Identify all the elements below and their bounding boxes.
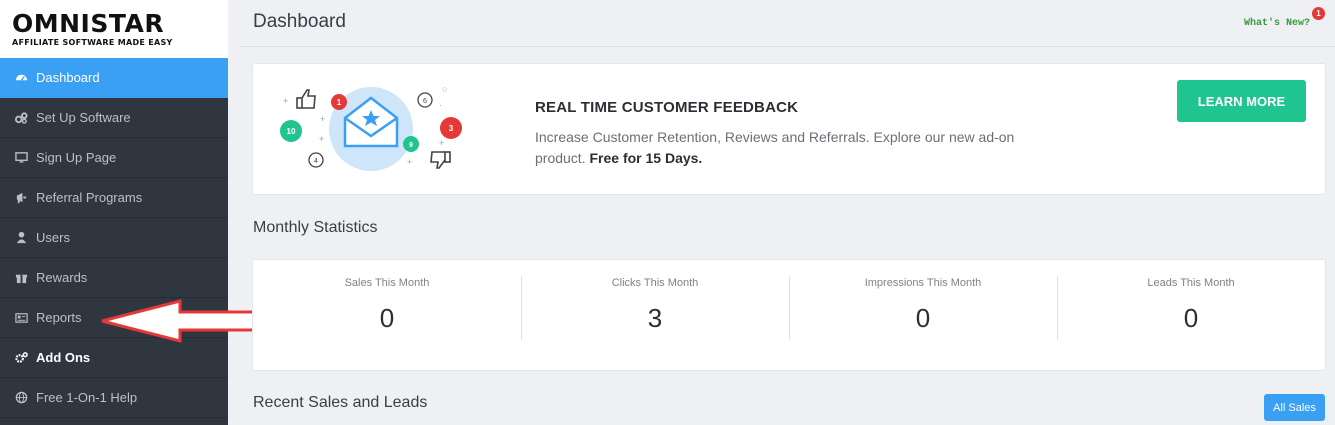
svg-text:+: + (407, 157, 412, 167)
svg-text:+: + (319, 134, 324, 144)
sidebar-item-rewards[interactable]: Rewards (0, 258, 228, 298)
thumbs-up-icon (296, 89, 316, 109)
badge-text: 6 (423, 98, 427, 105)
feedback-highlight: Free for 15 Days. (589, 150, 703, 166)
svg-text:+: + (439, 138, 444, 148)
thumbs-down-icon (430, 151, 451, 169)
megaphone-icon (14, 191, 28, 205)
feedback-title: REAL TIME CUSTOMER FEEDBACK (535, 99, 799, 116)
svg-text:+: + (283, 96, 288, 106)
gears-icon (14, 351, 28, 365)
monitor-icon (14, 151, 28, 165)
svg-text:+: + (320, 114, 325, 124)
stat-value: 0 (379, 303, 395, 333)
sidebar-item-label: Sign Up Page (36, 150, 117, 165)
sidebar-item-label: Reports (36, 310, 82, 325)
monthly-statistics-title: Monthly Statistics (253, 219, 378, 236)
recent-sales-title: Recent Sales and Leads (253, 394, 428, 411)
stat-value: 3 (647, 303, 663, 333)
monthly-stats-card: Sales This Month 0 Clicks This Month 3 I… (252, 259, 1326, 371)
whats-new-link[interactable]: What's New? (1244, 18, 1310, 29)
sidebar-item-referral-programs[interactable]: Referral Programs (0, 178, 228, 218)
badge-text: 9 (409, 142, 413, 149)
sidebar-item-label: Referral Programs (36, 190, 143, 205)
sidebar-item-label: Add Ons (36, 350, 91, 365)
sidebar-item-label: Free 1-On-1 Help (36, 390, 138, 405)
all-sales-button[interactable]: All Sales (1264, 394, 1325, 421)
badge-text: 4 (314, 158, 318, 165)
stat-value: 0 (915, 303, 931, 333)
sidebar-item-users[interactable]: Users (0, 218, 228, 258)
sidebar-item-dashboard[interactable]: Dashboard (0, 58, 228, 98)
sidebar-item-label: Users (36, 230, 70, 245)
page-title: Dashboard (253, 11, 346, 32)
sidebar-item-label: Rewards (36, 270, 88, 285)
stat-clicks: Clicks This Month 3 (521, 260, 789, 370)
stat-value: 0 (1183, 303, 1199, 333)
header-divider (240, 46, 1335, 47)
cogs-icon (14, 111, 28, 125)
sidebar-item-label: Dashboard (36, 70, 100, 85)
annotation-arrow (101, 299, 260, 343)
feedback-promo-card: 1 10 3 9 6 4 + + + · + + ○ REAL TIME CUSTOMER … (252, 63, 1326, 195)
stat-label: Clicks This Month (611, 277, 699, 289)
svg-text:○: ○ (442, 84, 447, 94)
badge-text: 10 (287, 127, 296, 136)
stat-label: Sales This Month (344, 277, 430, 289)
logo-tagline: AFFILIATE SOFTWARE MADE EASY (12, 37, 173, 47)
dashboard-icon (14, 71, 28, 85)
learn-more-button[interactable]: LEARN MORE (1177, 80, 1306, 122)
globe-icon (14, 391, 28, 405)
user-icon (14, 231, 28, 245)
logo-brand: OMNISTAR (12, 8, 165, 38)
stat-sales: Sales This Month 0 (253, 260, 521, 370)
sidebar-item-help[interactable]: Free 1-On-1 Help (0, 378, 228, 418)
sidebar-item-sign-up-page[interactable]: Sign Up Page (0, 138, 228, 178)
omnistar-logo[interactable]: OMNISTAR AFFILIATE SOFTWARE MADE EASY (0, 0, 228, 58)
stat-label: Leads This Month (1147, 277, 1235, 289)
sidebar: OMNISTAR AFFILIATE SOFTWARE MADE EASY Da… (0, 0, 228, 425)
feedback-description: Increase Customer Retention, Reviews and… (535, 127, 1055, 169)
stat-impressions: Impressions This Month 0 (789, 260, 1057, 370)
report-card-icon (14, 311, 28, 325)
sidebar-item-label: Set Up Software (36, 110, 131, 125)
gift-icon (14, 271, 28, 285)
feedback-illustration: 1 10 3 9 6 4 + + + · + + ○ (280, 84, 462, 171)
svg-text:·: · (439, 100, 442, 110)
stat-label: Impressions This Month (864, 277, 982, 289)
badge-text: 3 (449, 124, 454, 133)
stat-leads: Leads This Month 0 (1057, 260, 1325, 370)
sidebar-item-set-up-software[interactable]: Set Up Software (0, 98, 228, 138)
badge-text: 1 (337, 98, 342, 107)
notification-badge: 1 (1312, 7, 1325, 20)
